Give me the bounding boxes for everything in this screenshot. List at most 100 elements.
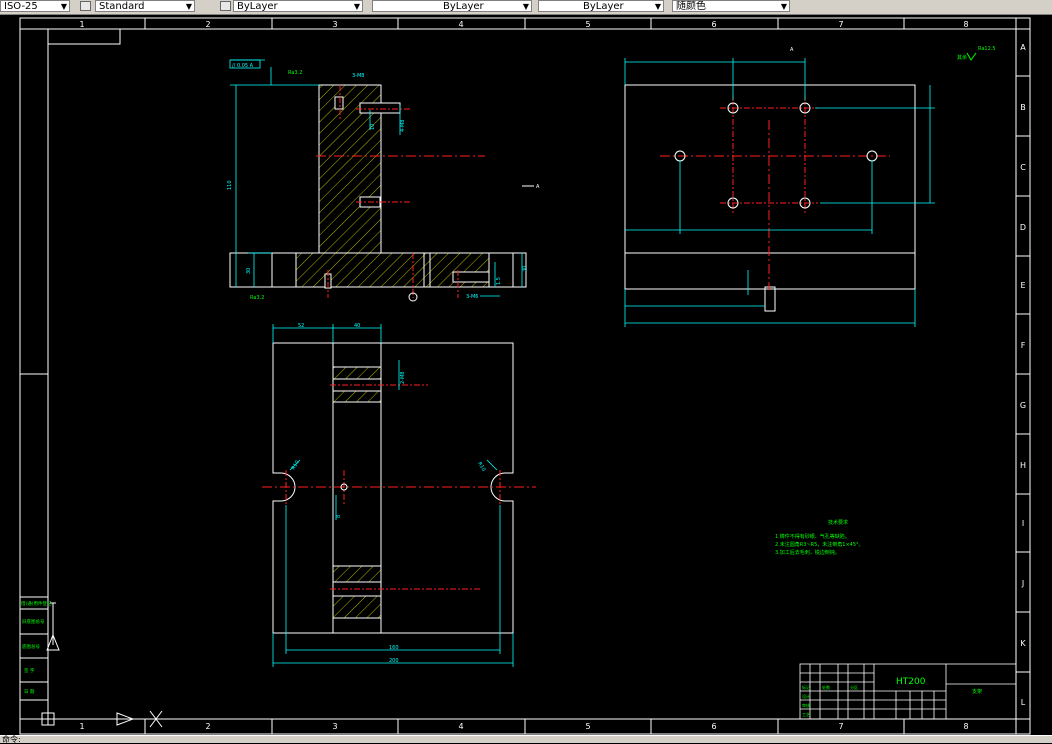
- panel-item-old-no: 旧底图总号: [22, 618, 45, 625]
- dim-base-inner: 1.5: [496, 277, 502, 285]
- col-label: 7: [838, 20, 843, 29]
- col-label: 1: [79, 20, 84, 29]
- color-value: ByLayer: [237, 1, 278, 12]
- row-label: B: [1020, 103, 1026, 112]
- col-label: 1: [79, 722, 84, 731]
- col-label: 4: [458, 20, 463, 29]
- tb-row-label: 工艺: [802, 712, 810, 717]
- column-labels: 1 2 3 4 5 6 7 8 1 2 3 4 5 6 7 8: [79, 20, 968, 731]
- tb-row-label: 标记: [802, 684, 810, 690]
- chevron-down-icon: ▼: [654, 2, 661, 11]
- left-panel: 借(通)用件登记 旧底图总号 底图总号 签 字 日 期: [19, 596, 52, 720]
- color-combo[interactable]: ByLayer ▼: [233, 0, 363, 12]
- dim-base: 30: [246, 268, 252, 274]
- col-label: 3: [332, 20, 337, 29]
- panel-item-base-no: 底图总号: [22, 643, 40, 650]
- panel-item-register: 借(通)用件登记: [21, 600, 52, 607]
- row-label: H: [1020, 461, 1026, 470]
- dim-hole-side: 4-M8: [400, 120, 406, 132]
- dim-hole-base: 3-M6: [466, 294, 478, 300]
- tb-row-label: 审核: [802, 702, 810, 708]
- dim-height: 110: [227, 180, 233, 190]
- title-block: [799, 663, 1017, 720]
- lineweight-combo[interactable]: ByLayer ▼: [538, 0, 664, 12]
- row-label: J: [1021, 579, 1024, 588]
- col-label: 2: [205, 722, 210, 731]
- column-markers: [144, 18, 905, 734]
- row-label: E: [1020, 281, 1025, 290]
- row-label: F: [1021, 341, 1026, 350]
- notes-line-1: 1.铸件不得有砂眼、气孔等缺陷。: [775, 533, 850, 540]
- drawing-svg[interactable]: 1 2 3 4 5 6 7 8 1 2 3 4 5 6 7 8 A B C D …: [0, 15, 1052, 735]
- chevron-down-icon: ▼: [60, 2, 67, 11]
- section-view: [229, 84, 527, 302]
- row-labels: A B C D E F G H I J K L: [1020, 43, 1026, 707]
- svg-text:Ra12.5: Ra12.5: [978, 46, 996, 52]
- notes-title: 技术要求: [828, 519, 848, 526]
- technical-notes: 技术要求 1.铸件不得有砂眼、气孔等缺陷。 2.未注圆角R3~R5，未注倒角1×…: [775, 519, 864, 556]
- part-name-label: 支架: [972, 688, 982, 695]
- row-label: C: [1020, 163, 1026, 172]
- col-label: 4: [458, 722, 463, 731]
- notes-line-2: 2.未注圆角R3~R5，未注倒角1×45°。: [775, 541, 864, 548]
- chevron-down-icon: ▼: [522, 2, 529, 11]
- roughness-note: 其余 Ra12.5: [957, 46, 996, 61]
- textstyle-value: Standard: [99, 1, 145, 12]
- linetype-value: ByLayer: [443, 1, 484, 12]
- ucs-icon: [41, 602, 163, 728]
- drawing-frame: [19, 17, 1031, 735]
- tb-row-label: 设计: [802, 693, 810, 699]
- tb-row-label: 分区: [850, 684, 858, 690]
- col-label: 8: [963, 722, 968, 731]
- front-dims: [272, 324, 514, 667]
- front-annotations: 52 40 160 200 R10 R10 2-M8 8: [291, 323, 487, 664]
- material-label: HT200: [896, 677, 926, 687]
- color-swatch-icon[interactable]: [220, 1, 231, 11]
- dimstyle-combo[interactable]: ISO-25 ▼: [0, 0, 70, 12]
- dim-depth: 8: [336, 515, 342, 518]
- linetype-combo[interactable]: ByLayer ▼: [372, 0, 532, 12]
- dim-hole: 2-M8: [400, 372, 406, 384]
- tb-row-label: 处数: [822, 684, 830, 690]
- plan-dims: [624, 58, 935, 327]
- col-label: 8: [963, 20, 968, 29]
- plotstyle-value: 随颜色: [676, 1, 706, 12]
- dim-slot: 10: [370, 124, 376, 130]
- plan-view: [624, 84, 916, 312]
- col-label: 6: [711, 20, 716, 29]
- row-label: I: [1022, 519, 1024, 528]
- drawing-canvas[interactable]: 1 2 3 4 5 6 7 8 1 2 3 4 5 6 7 8 A B C D …: [0, 15, 1052, 735]
- flatness-tolerance: // 0.05 A: [232, 63, 254, 69]
- row-label: D: [1020, 223, 1026, 232]
- panel-item-date: 日 期: [24, 689, 35, 695]
- notes-line-3: 3.加工后去毛刺，锐边倒钝。: [775, 549, 840, 556]
- section-mark: A: [536, 184, 540, 190]
- dim-r-right: R10: [476, 461, 486, 473]
- plotstyle-combo[interactable]: 随颜色 ▼: [672, 0, 790, 12]
- command-line[interactable]: 命令:: [0, 735, 1052, 744]
- title-block-text: HT200 支架 标记 处数 分区 设计 审核 工艺: [802, 677, 982, 717]
- chevron-down-icon: ▼: [353, 2, 360, 11]
- col-label: 5: [585, 722, 590, 731]
- text-style-icon[interactable]: [80, 1, 91, 11]
- col-label: 6: [711, 722, 716, 731]
- dimstyle-value: ISO-25: [4, 1, 38, 12]
- row-label: K: [1020, 639, 1026, 648]
- panel-item-sign: 签 字: [24, 667, 35, 674]
- textstyle-combo[interactable]: Standard ▼: [95, 0, 195, 12]
- lineweight-value: ByLayer: [583, 1, 624, 12]
- col-label: 2: [205, 20, 210, 29]
- dim-right-base: 30: [522, 266, 528, 272]
- properties-toolbar: ISO-25 ▼ Standard ▼ ByLayer ▼ ByLayer ▼ ByLa…: [0, 0, 1052, 15]
- plan-section-mark: A: [790, 47, 794, 53]
- col-label: 7: [838, 722, 843, 731]
- col-label: 5: [585, 20, 590, 29]
- dim-bottom-inner: 160: [389, 645, 399, 651]
- dim-hole-top: 3-M8: [352, 73, 364, 79]
- roughness-top: Ra3.2: [288, 70, 302, 76]
- svg-text:其余: 其余: [957, 54, 967, 61]
- row-label: A: [1020, 43, 1026, 52]
- dim-bottom-outer: 200: [389, 658, 399, 664]
- dim-w1: 52: [298, 323, 304, 329]
- row-label: G: [1020, 401, 1026, 410]
